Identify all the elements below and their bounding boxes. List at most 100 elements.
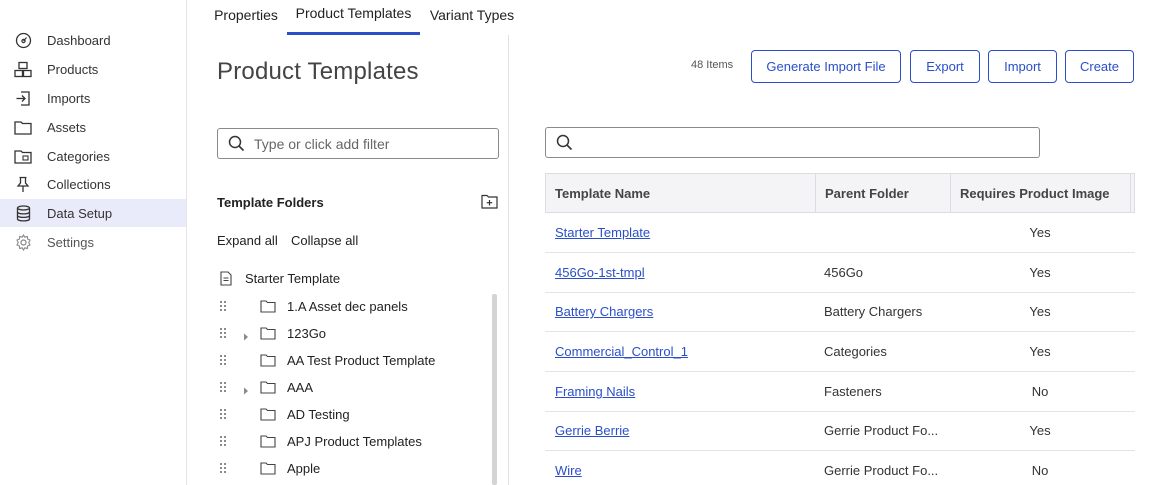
drag-handle-icon[interactable]: [219, 354, 227, 366]
categories-icon: [14, 147, 32, 165]
template-link[interactable]: Framing Nails: [555, 384, 635, 399]
sidebar-item-label: Dashboard: [47, 32, 111, 48]
template-link[interactable]: Commercial_Control_1: [555, 344, 688, 359]
imports-icon: [14, 89, 32, 107]
parent-folder-cell: Fasteners: [824, 384, 882, 399]
items-count: 48 Items: [691, 59, 734, 71]
drag-handle-icon[interactable]: [219, 462, 227, 474]
requires-image-cell: Yes: [1029, 304, 1051, 319]
template-link[interactable]: Starter Template: [555, 225, 650, 240]
tree-item-folder[interactable]: 123Go: [0, 322, 490, 344]
sidebar-item-products[interactable]: Products: [0, 55, 186, 83]
caret-right-icon[interactable]: [243, 329, 249, 341]
caret-right-icon[interactable]: [243, 383, 249, 395]
tree-item-starter-template[interactable]: Starter Template: [217, 267, 477, 289]
tree-item-label: AD Testing: [287, 406, 350, 422]
panel-divider: [508, 35, 509, 485]
column-header-requires-image[interactable]: Requires Product Image: [951, 174, 1131, 213]
folder-icon: [260, 434, 276, 448]
tree-item-folder[interactable]: APJ Product Templates: [0, 430, 490, 452]
drag-handle-icon[interactable]: [219, 327, 227, 339]
folder-icon: [260, 407, 276, 421]
requires-image-cell: Yes: [1029, 225, 1051, 240]
tab-variant-types[interactable]: Variant Types: [424, 0, 520, 35]
sidebar-item-label: Assets: [47, 119, 87, 135]
tree-item-folder[interactable]: AAA: [0, 376, 490, 398]
export-button[interactable]: Export: [910, 50, 980, 83]
sidebar-item-data-setup[interactable]: Data Setup: [0, 199, 186, 227]
sidebar-item-label: Settings: [47, 234, 94, 250]
template-link[interactable]: Gerrie Berrie: [555, 423, 629, 438]
tab-label: Properties: [214, 6, 278, 23]
folder-icon: [260, 353, 276, 367]
tab-product-templates[interactable]: Product Templates: [287, 0, 420, 35]
document-icon: [220, 270, 232, 286]
column-header-template-name[interactable]: Template Name: [546, 174, 816, 213]
parent-folder-cell: Categories: [824, 344, 887, 359]
folder-icon: [260, 380, 276, 394]
column-header-parent-folder[interactable]: Parent Folder: [816, 174, 951, 213]
template-name-cell: Starter Template: [555, 213, 650, 252]
template-link[interactable]: 456Go-1st-tmpl: [555, 265, 645, 280]
filter-input-box[interactable]: [217, 128, 499, 159]
template-name-cell: Battery Chargers: [555, 292, 653, 331]
table-row: Battery Chargers Battery Chargers Yes: [545, 292, 1135, 332]
template-name-cell: Framing Nails: [555, 372, 635, 411]
generate-import-file-button[interactable]: Generate Import File: [751, 50, 901, 83]
pin-icon: [14, 175, 32, 193]
sidebar-item-label: Data Setup: [47, 205, 113, 221]
create-button[interactable]: Create: [1065, 50, 1134, 83]
table-row: Commercial_Control_1 Categories Yes: [545, 332, 1135, 372]
templates-table: Template Name Parent Folder Requires Pro…: [545, 173, 1135, 485]
filter-input[interactable]: [254, 134, 484, 154]
tab-properties[interactable]: Properties: [205, 0, 287, 35]
tree-item-label: 123Go: [287, 325, 327, 341]
tree-item-folder[interactable]: AD Testing: [0, 403, 490, 425]
table-row: Starter Template Yes: [545, 213, 1135, 253]
import-button[interactable]: Import: [988, 50, 1057, 83]
requires-image-cell: No: [1031, 384, 1049, 399]
drag-handle-icon[interactable]: [219, 300, 227, 312]
tree-item-folder[interactable]: 1.A Asset dec panels: [0, 295, 490, 317]
sidebar-item-settings[interactable]: Settings: [0, 228, 186, 256]
sidebar-item-label: Imports: [47, 90, 91, 106]
expand-all-link[interactable]: Expand all: [217, 233, 278, 248]
tree-item-label: AA Test Product Template: [287, 352, 436, 368]
sidebar-item-collections[interactable]: Collections: [0, 170, 186, 198]
parent-folder-cell: Gerrie Product Fo...: [824, 463, 939, 478]
sidebar-item-dashboard[interactable]: Dashboard: [0, 26, 186, 54]
search-icon: [556, 134, 573, 154]
database-icon: [14, 204, 32, 222]
template-link[interactable]: Battery Chargers: [555, 304, 653, 319]
folder-icon: [14, 118, 32, 136]
requires-image-cell: Yes: [1029, 265, 1051, 280]
gear-icon: [14, 233, 32, 251]
table-search-box[interactable]: [545, 127, 1040, 158]
drag-handle-icon[interactable]: [219, 408, 227, 420]
drag-handle-icon[interactable]: [219, 381, 227, 393]
add-folder-icon[interactable]: [481, 194, 498, 209]
table-search-input[interactable]: [582, 133, 1022, 153]
template-name-cell: Commercial_Control_1: [555, 332, 688, 371]
sidebar-item-imports[interactable]: Imports: [0, 84, 186, 112]
folder-icon: [260, 326, 276, 340]
sidebar-item-label: Categories: [47, 148, 110, 164]
drag-handle-icon[interactable]: [219, 435, 227, 447]
dashboard-icon: [14, 31, 32, 49]
sidebar-item-categories[interactable]: Categories: [0, 142, 186, 170]
template-name-cell: 456Go-1st-tmpl: [555, 253, 645, 292]
tree-item-folder[interactable]: AA Test Product Template: [0, 349, 490, 371]
tree-scrollbar[interactable]: [492, 294, 497, 485]
tree-item-label: AAA: [287, 379, 314, 395]
sidebar-item-label: Products: [47, 61, 99, 77]
requires-image-cell: No: [1031, 463, 1049, 478]
tab-label: Product Templates: [295, 5, 412, 21]
collapse-all-link[interactable]: Collapse all: [291, 233, 358, 248]
parent-folder-cell: Battery Chargers: [824, 304, 923, 319]
table-row: 456Go-1st-tmpl 456Go Yes: [545, 253, 1135, 293]
sidebar-item-assets[interactable]: Assets: [0, 113, 186, 141]
template-link[interactable]: Wire: [555, 463, 582, 478]
tree-item-folder[interactable]: Apple: [0, 457, 490, 479]
table-header: Template Name Parent Folder Requires Pro…: [545, 173, 1135, 213]
search-icon: [228, 135, 245, 155]
